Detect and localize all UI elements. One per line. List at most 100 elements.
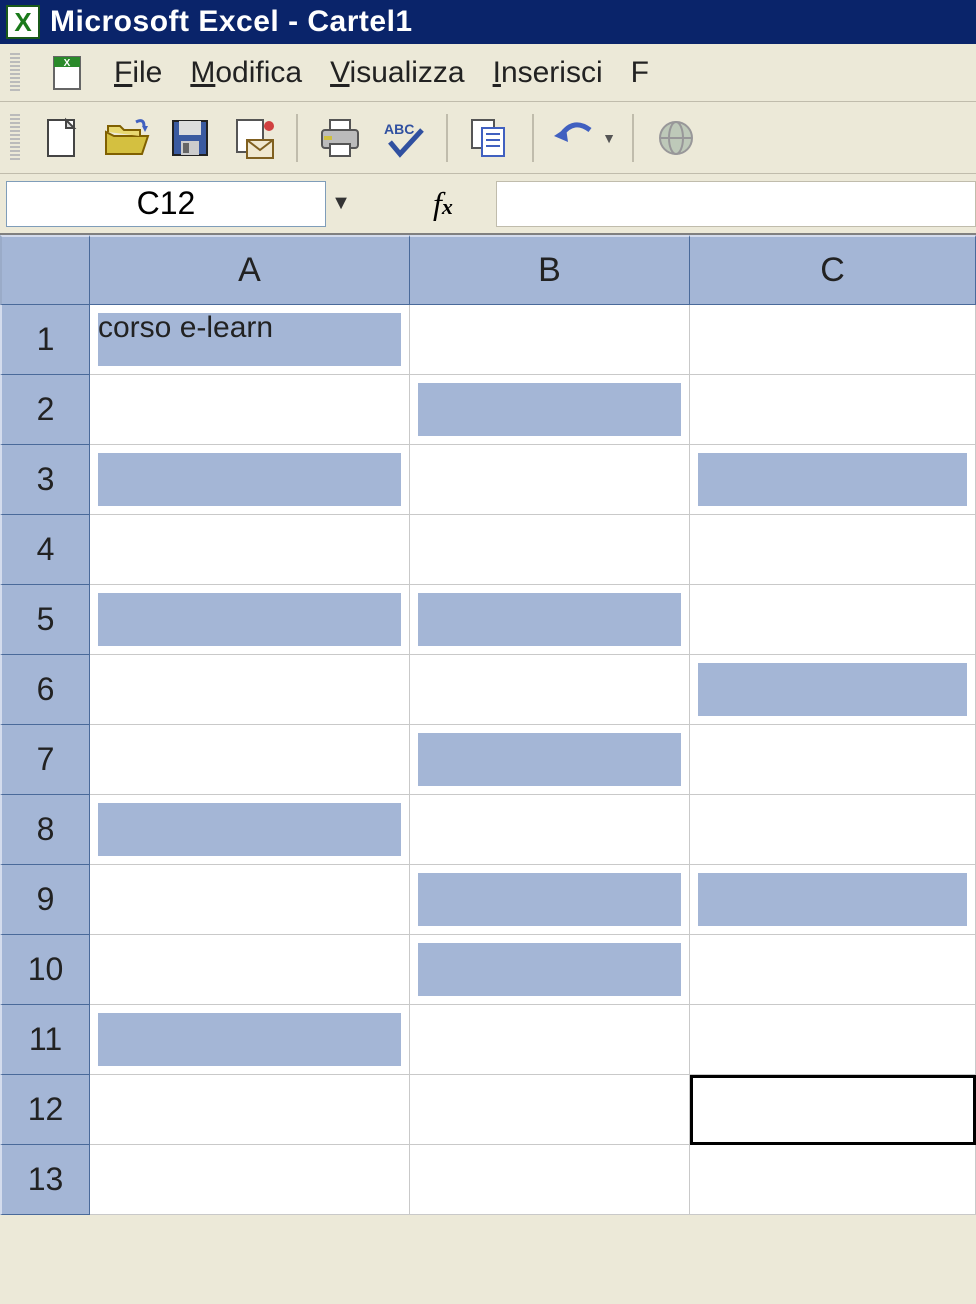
cell-A1[interactable]: corso e-learn: [90, 305, 410, 375]
row-header-10[interactable]: 10: [0, 935, 90, 1005]
cell-fill: [98, 1013, 401, 1066]
col-header-A[interactable]: A: [90, 235, 410, 305]
row-header-12[interactable]: 12: [0, 1075, 90, 1145]
cell-C2[interactable]: [690, 375, 976, 445]
dropdown-arrow-icon[interactable]: ▼: [602, 130, 616, 146]
cell-C6[interactable]: [690, 655, 976, 725]
menu-file[interactable]: File: [114, 56, 162, 90]
new-document-button[interactable]: [34, 110, 90, 166]
cell-C8[interactable]: [690, 795, 976, 865]
cell-B6[interactable]: [410, 655, 690, 725]
row-header-13[interactable]: 13: [0, 1145, 90, 1215]
select-all-corner[interactable]: [0, 235, 90, 305]
cell-C10[interactable]: [690, 935, 976, 1005]
cell-fill: [418, 943, 681, 996]
row-header-8[interactable]: 8: [0, 795, 90, 865]
cell-C11[interactable]: [690, 1005, 976, 1075]
menu-inserisci[interactable]: Inserisci: [493, 56, 603, 90]
fx-label-icon[interactable]: fx: [433, 185, 453, 222]
spellcheck-button[interactable]: ABC: [376, 110, 432, 166]
menubar: X File Modifica Visualizza Inserisci F: [0, 44, 976, 102]
cell-A6[interactable]: [90, 655, 410, 725]
row-header-4[interactable]: 4: [0, 515, 90, 585]
cell-B10[interactable]: [410, 935, 690, 1005]
open-button[interactable]: [98, 110, 154, 166]
cell-A11[interactable]: [90, 1005, 410, 1075]
cell-C9[interactable]: [690, 865, 976, 935]
cell-C4[interactable]: [690, 515, 976, 585]
formula-input[interactable]: fx: [496, 181, 976, 227]
cell-B1[interactable]: [410, 305, 690, 375]
menu-visualizza[interactable]: Visualizza: [330, 56, 465, 90]
menu-partial[interactable]: F: [631, 56, 649, 90]
menubar-grip[interactable]: [10, 53, 20, 93]
cell-A9[interactable]: [90, 865, 410, 935]
workbook-icon[interactable]: X: [50, 55, 86, 91]
cell-text: corso e-learn: [98, 311, 273, 344]
cell-A4[interactable]: [90, 515, 410, 585]
cell-B5[interactable]: [410, 585, 690, 655]
save-button[interactable]: [162, 110, 218, 166]
row-header-5[interactable]: 5: [0, 585, 90, 655]
cell-C5[interactable]: [690, 585, 976, 655]
cell-B3[interactable]: [410, 445, 690, 515]
cell-A7[interactable]: [90, 725, 410, 795]
cell-B4[interactable]: [410, 515, 690, 585]
cell-A8[interactable]: [90, 795, 410, 865]
cell-C13[interactable]: [690, 1145, 976, 1215]
toolbar-separator: [532, 114, 534, 162]
cell-A2[interactable]: [90, 375, 410, 445]
row-header-11[interactable]: 11: [0, 1005, 90, 1075]
cell-B11[interactable]: [410, 1005, 690, 1075]
cell-C7[interactable]: [690, 725, 976, 795]
cell-A10[interactable]: [90, 935, 410, 1005]
name-box[interactable]: C12: [6, 181, 326, 227]
cell-A12[interactable]: [90, 1075, 410, 1145]
toolbar-separator: [446, 114, 448, 162]
send-mail-button[interactable]: [226, 110, 282, 166]
toolbar-grip[interactable]: [10, 114, 20, 162]
cell-A13[interactable]: [90, 1145, 410, 1215]
undo-button[interactable]: ▼: [548, 110, 618, 166]
name-box-dropdown[interactable]: ▼: [326, 181, 356, 227]
cell-C3[interactable]: [690, 445, 976, 515]
cell-C1[interactable]: [690, 305, 976, 375]
cell-A3[interactable]: [90, 445, 410, 515]
cell-B13[interactable]: [410, 1145, 690, 1215]
row-header-9[interactable]: 9: [0, 865, 90, 935]
cell-fill: [98, 593, 401, 646]
row-header-2[interactable]: 2: [0, 375, 90, 445]
cell-B12[interactable]: [410, 1075, 690, 1145]
cell-B2[interactable]: [410, 375, 690, 445]
cell-C12[interactable]: [690, 1075, 976, 1145]
menu-modifica[interactable]: Modifica: [190, 56, 302, 90]
cell-B7[interactable]: [410, 725, 690, 795]
toolbar-separator: [296, 114, 298, 162]
standard-toolbar: ABC ▼: [0, 102, 976, 174]
print-button[interactable]: [312, 110, 368, 166]
cell-B9[interactable]: [410, 865, 690, 935]
row-header-6[interactable]: 6: [0, 655, 90, 725]
spreadsheet-grid[interactable]: A B C 1corso e-learn2345678910111213: [0, 234, 976, 1215]
hyperlink-button[interactable]: [648, 110, 704, 166]
titlebar: X Microsoft Excel - Cartel1: [0, 0, 976, 44]
excel-app-icon: X: [6, 5, 40, 39]
row-header-7[interactable]: 7: [0, 725, 90, 795]
cell-fill: [698, 453, 967, 506]
cell-fill: [418, 383, 681, 436]
row-header-3[interactable]: 3: [0, 445, 90, 515]
cell-fill: [418, 733, 681, 786]
col-header-C[interactable]: C: [690, 235, 976, 305]
row-header-1[interactable]: 1: [0, 305, 90, 375]
copy-button[interactable]: [462, 110, 518, 166]
formula-bar: C12 ▼ fx: [0, 174, 976, 234]
svg-text:X: X: [64, 58, 71, 69]
cell-B8[interactable]: [410, 795, 690, 865]
svg-text:ABC: ABC: [384, 121, 414, 137]
col-header-B[interactable]: B: [410, 235, 690, 305]
cell-fill: [698, 663, 967, 716]
cell-A5[interactable]: [90, 585, 410, 655]
cell-fill: [698, 873, 967, 926]
toolbar-separator: [632, 114, 634, 162]
cell-fill: [98, 453, 401, 506]
